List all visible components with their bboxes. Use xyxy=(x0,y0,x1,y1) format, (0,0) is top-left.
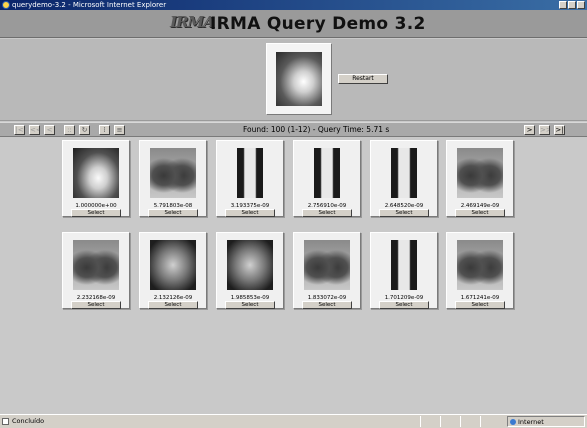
query-area: Restart xyxy=(0,39,587,121)
result-xray-image[interactable] xyxy=(391,148,417,198)
result-xray-image[interactable] xyxy=(457,148,503,198)
fast-back-button[interactable]: << xyxy=(29,125,40,135)
zone-text: Internet xyxy=(518,418,544,426)
select-button[interactable]: Select xyxy=(148,209,198,217)
result-xray-image[interactable] xyxy=(227,240,273,290)
select-button[interactable]: Select xyxy=(225,209,275,217)
window-title: querydemo-3.2 - Microsoft Internet Explo… xyxy=(12,1,167,9)
first-page-button[interactable]: |< xyxy=(14,125,25,135)
result-xray-image[interactable] xyxy=(73,148,119,198)
page-icon xyxy=(2,418,9,425)
result-xray-image[interactable] xyxy=(314,148,340,198)
result-xray-image[interactable] xyxy=(150,148,196,198)
close-button[interactable] xyxy=(577,1,585,9)
list-view-icon[interactable]: ≡ xyxy=(114,125,125,135)
select-button[interactable]: Select xyxy=(148,301,198,309)
status-divider xyxy=(480,416,481,427)
app-title: IRMA Query Demo 3.2 xyxy=(210,14,426,34)
result-card: 2.756910e-09 Select xyxy=(293,140,361,217)
result-xray-image[interactable] xyxy=(304,240,350,290)
select-button[interactable]: Select xyxy=(379,301,429,309)
globe-icon xyxy=(510,419,516,425)
result-card: 2.648520e-09 Select xyxy=(370,140,438,217)
status-divider xyxy=(460,416,461,427)
internet-explorer-icon xyxy=(2,1,10,9)
restart-button[interactable]: Restart xyxy=(338,74,388,84)
result-card: 1.701209e-09 Select xyxy=(370,232,438,309)
status-bar: Concluído Internet xyxy=(0,414,587,428)
select-button[interactable]: Select xyxy=(455,301,505,309)
result-xray-image[interactable] xyxy=(237,148,263,198)
result-card: 2.232168e-09 Select xyxy=(62,232,130,309)
select-button[interactable]: Select xyxy=(455,209,505,217)
last-page-button[interactable]: >| xyxy=(554,125,565,135)
minimize-button[interactable] xyxy=(559,1,567,9)
status-divider xyxy=(420,416,421,427)
select-button[interactable]: Select xyxy=(302,301,352,309)
fast-forward-button[interactable]: >> xyxy=(539,125,550,135)
result-card: 3.193375e-09 Select xyxy=(216,140,284,217)
small-grid-icon[interactable]: :: xyxy=(64,125,75,135)
result-card: 2.132126e-09 Select xyxy=(139,232,207,309)
maximize-button[interactable] xyxy=(568,1,576,9)
browser-window: querydemo-3.2 - Microsoft Internet Explo… xyxy=(0,0,587,428)
result-card: 1.000000e+00 Select xyxy=(62,140,130,217)
grid-view-icon[interactable]: ⁞ xyxy=(99,125,110,135)
result-card: 1.985853e-09 Select xyxy=(216,232,284,309)
status-text-area: Concluído xyxy=(2,415,44,428)
title-bar: querydemo-3.2 - Microsoft Internet Explo… xyxy=(0,0,587,10)
result-xray-image[interactable] xyxy=(391,240,417,290)
select-button[interactable]: Select xyxy=(71,209,121,217)
select-button[interactable]: Select xyxy=(225,301,275,309)
found-status: Found: 100 (1-12) - Query Time: 5.71 s xyxy=(243,125,390,134)
irma-logo: IRMA xyxy=(170,13,215,31)
next-page-button[interactable]: > xyxy=(524,125,535,135)
results-grid: 1.000000e+00 Select 5.791803e-08 Select 3.19… xyxy=(0,138,587,414)
results-navbar: |< << < :: ↻ ⁞ ≡ Found: 100 (1-12) - Que… xyxy=(0,122,587,137)
status-text: Concluído xyxy=(12,417,45,425)
security-zone: Internet xyxy=(507,416,585,427)
result-xray-image[interactable] xyxy=(73,240,119,290)
select-button[interactable]: Select xyxy=(302,209,352,217)
result-card: 1.671241e-09 Select xyxy=(446,232,514,309)
select-button[interactable]: Select xyxy=(71,301,121,309)
result-card: 2.469149e-09 Select xyxy=(446,140,514,217)
query-xray-image xyxy=(276,52,322,106)
result-xray-image[interactable] xyxy=(457,240,503,290)
result-xray-image[interactable] xyxy=(150,240,196,290)
query-image xyxy=(266,43,332,115)
previous-page-button[interactable]: < xyxy=(44,125,55,135)
result-card: 1.833072e-09 Select xyxy=(293,232,361,309)
window-controls xyxy=(559,1,585,9)
refresh-icon[interactable]: ↻ xyxy=(79,125,90,135)
app-header: IRMA IRMA Query Demo 3.2 xyxy=(0,10,587,38)
status-divider xyxy=(440,416,441,427)
select-button[interactable]: Select xyxy=(379,209,429,217)
result-card: 5.791803e-08 Select xyxy=(139,140,207,217)
